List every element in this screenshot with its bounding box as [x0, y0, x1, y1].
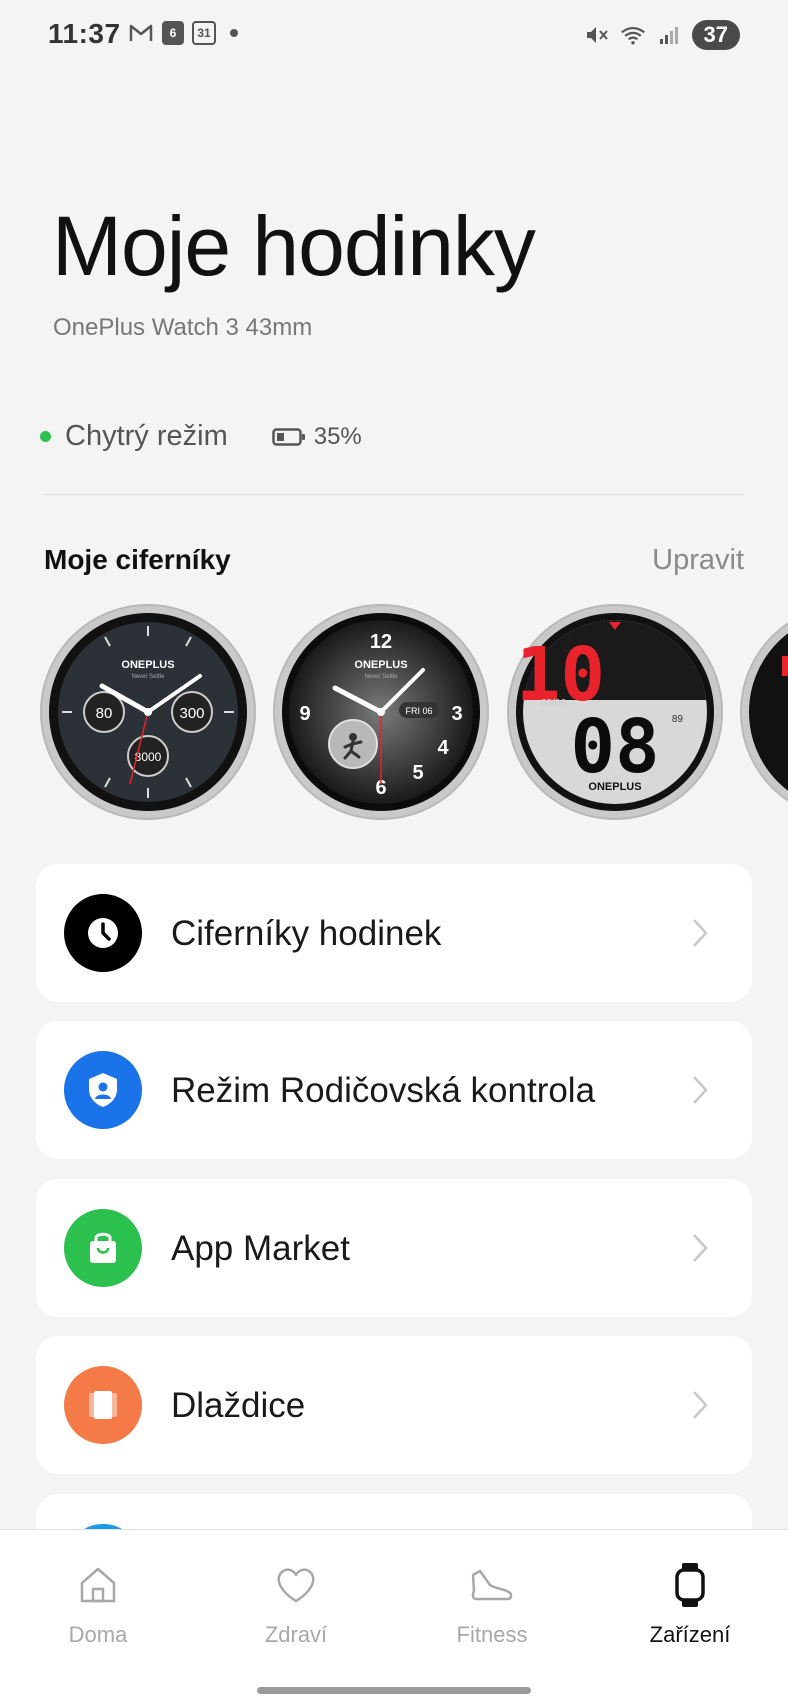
face1-dial-right: 300	[179, 705, 204, 722]
wifi-icon	[620, 22, 646, 48]
face3-date: 03/06	[541, 698, 566, 709]
watch-battery-percent: 35%	[313, 422, 362, 450]
menu-parental-control[interactable]: Režim Rodičovská kontrola	[36, 1021, 752, 1159]
bottom-navigation: Doma Zdraví Fitness Zařízení	[0, 1529, 788, 1708]
battery-icon	[271, 427, 305, 446]
battery-indicator: 37	[691, 20, 740, 50]
clock-icon	[64, 894, 142, 972]
watch-battery: 35%	[271, 422, 362, 451]
face2-brand: ONEPLUS	[354, 659, 407, 671]
nav-devices[interactable]: Zařízení	[620, 1560, 760, 1648]
watch-face-digital[interactable]: 10 08 03/06 89 ONEPLUS	[507, 604, 723, 820]
divider	[44, 494, 744, 495]
status-time: 11:37	[48, 18, 121, 49]
watch-faces-carousel[interactable]: ONEPLUS Never Settle 80 300 8000 12 9 3 …	[0, 604, 788, 824]
chevron-right-icon	[693, 919, 708, 947]
page-title: Moje hodinky	[52, 199, 536, 293]
faces-section-title: Moje ciferníky	[44, 544, 231, 575]
system-icons: 37	[584, 20, 740, 50]
face2-num-4: 4	[437, 737, 449, 759]
nav-label: Doma	[68, 1622, 128, 1647]
nav-label: Zařízení	[649, 1622, 731, 1647]
home-icon	[80, 1567, 116, 1603]
face1-dial-left: 80	[96, 705, 113, 722]
face1-brand: ONEPLUS	[121, 659, 174, 671]
notification-icons: 6 31	[128, 20, 238, 46]
edit-faces-button[interactable]: Upravit	[652, 544, 744, 577]
menu-label: Dlaždice	[171, 1386, 306, 1425]
nav-fitness[interactable]: Fitness	[422, 1560, 562, 1648]
device-name: OnePlus Watch 3 43mm	[53, 314, 313, 341]
tiles-icon	[64, 1366, 142, 1444]
nav-label: Fitness	[456, 1622, 528, 1647]
menu-app-market[interactable]: App Market	[36, 1179, 752, 1317]
mute-icon	[584, 22, 610, 48]
gmail-icon	[128, 20, 154, 46]
chevron-right-icon	[693, 1076, 708, 1104]
face2-tagline: Never Settle	[364, 674, 398, 680]
shield-person-icon	[64, 1051, 142, 1129]
heart-icon	[277, 1568, 315, 1603]
face3-minute: 08	[570, 704, 659, 790]
menu-label: Ciferníky hodinek	[171, 914, 442, 953]
more-notifications-dot	[230, 29, 238, 37]
face3-heart: 89	[672, 714, 684, 725]
watch-face-partial[interactable]	[740, 604, 788, 820]
watch-face-analog-dials[interactable]: ONEPLUS Never Settle 80 300 8000	[40, 604, 256, 820]
shoe-icon	[471, 1569, 513, 1601]
watch-face-numerals[interactable]: 12 9 3 4 5 6 ONEPLUS Never Settle FRI 06	[273, 604, 489, 820]
face2-num-12: 12	[370, 631, 392, 653]
face3-brand: ONEPLUS	[588, 781, 641, 793]
calendar-icon: 31	[192, 21, 216, 45]
face2-num-3: 3	[451, 703, 462, 725]
nav-label: Zdraví	[264, 1622, 328, 1647]
nav-health[interactable]: Zdraví	[226, 1560, 366, 1648]
menu-label: Režim Rodičovská kontrola	[171, 1071, 596, 1110]
nav-home[interactable]: Doma	[28, 1560, 168, 1648]
face2-num-9: 9	[299, 703, 310, 725]
watch-icon	[675, 1563, 705, 1607]
menu-watch-faces[interactable]: Ciferníky hodinek	[36, 864, 752, 1002]
home-indicator[interactable]	[257, 1687, 531, 1694]
face2-num-5: 5	[412, 762, 423, 784]
connected-dot-icon	[40, 431, 51, 442]
menu-label: App Market	[171, 1229, 350, 1268]
face1-tagline: Never Settle	[131, 674, 165, 680]
app-badge-icon: 6	[162, 21, 184, 45]
mode-label: Chytrý režim	[65, 420, 228, 452]
menu-tiles[interactable]: Dlaždice	[36, 1336, 752, 1474]
chevron-right-icon	[693, 1391, 708, 1419]
status-bar: 11:37 6 31 37	[0, 0, 788, 72]
signal-icon	[656, 22, 682, 48]
shopping-bag-icon	[64, 1209, 142, 1287]
chevron-right-icon	[693, 1234, 708, 1262]
face2-date: FRI 06	[405, 706, 432, 716]
device-status-row: Chytrý režim 35%	[40, 420, 362, 453]
